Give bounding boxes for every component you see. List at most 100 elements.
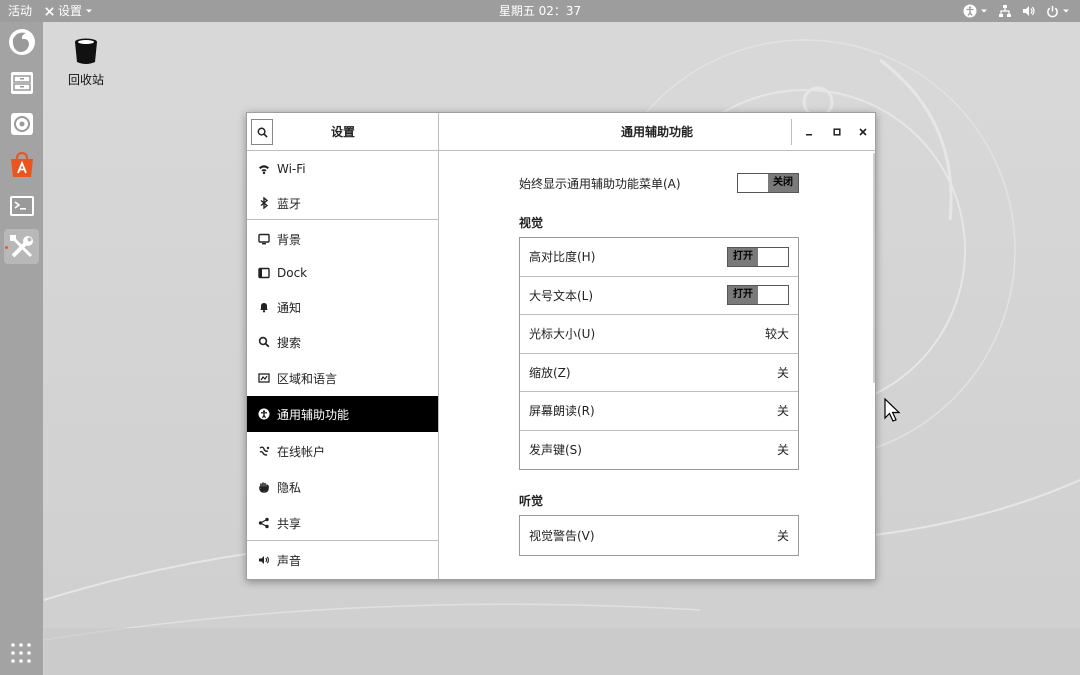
activities-button[interactable]: 活动 — [8, 3, 32, 19]
sidebar-item-privacy[interactable]: 隐私 — [247, 469, 438, 505]
dock-terminal[interactable] — [4, 188, 39, 223]
sidebar-title: 设置 — [330, 125, 355, 139]
sidebar-item-label: 通用辅助功能 — [277, 407, 350, 422]
switch-state: 打开 — [728, 247, 758, 266]
sidebar-item-label: 搜索 — [277, 335, 302, 350]
sidebar-item-sound[interactable]: 声音 — [247, 542, 438, 578]
sidebar-item-sharing[interactable]: 共享 — [247, 505, 438, 541]
power-icon — [1047, 5, 1058, 17]
row-value: 关 — [776, 443, 789, 458]
visual-alerts-row[interactable]: 视觉警告(V) 关 — [520, 516, 798, 555]
clock: 星期五 02：37 — [0, 3, 1080, 19]
switch-state: 打开 — [728, 286, 758, 305]
large-text-row[interactable]: 大号文本(L) 打开 — [520, 277, 798, 315]
accessibility-menu[interactable] — [963, 4, 988, 18]
sidebar-header: 设置 — [247, 113, 439, 151]
sidebar-item-bluetooth[interactable]: 蓝牙 — [247, 185, 438, 221]
large-text-switch[interactable]: 打开 — [727, 285, 789, 306]
sidebar-divider — [247, 540, 438, 541]
close-icon — [859, 128, 867, 136]
share-icon — [258, 517, 269, 529]
sidebar-item-label: 共享 — [277, 516, 302, 531]
vision-section-title: 视觉 — [519, 216, 544, 230]
switch-knob — [738, 174, 768, 192]
dock — [0, 22, 43, 675]
sidebar-item-dock[interactable]: Dock — [247, 255, 438, 291]
switch-knob — [758, 286, 788, 304]
sidebar-item-label: 在线帐户 — [277, 444, 326, 459]
bell-icon — [260, 303, 268, 313]
terminal-icon — [9, 195, 34, 216]
pointer-icon — [884, 397, 901, 422]
settings-tools-icon — [45, 6, 54, 16]
sound-keys-row[interactable]: 发声键(S) 关 — [520, 431, 798, 470]
sidebar-item-label: 通知 — [277, 300, 302, 315]
sidebar-item-accessibility[interactable]: 通用辅助功能 — [247, 396, 438, 432]
always-show-menu-switch[interactable]: 关闭 — [737, 173, 799, 193]
wifi-icon — [259, 165, 269, 175]
sidebar-item-label: 区域和语言 — [277, 371, 338, 386]
dock-software[interactable] — [4, 147, 39, 182]
high-contrast-row[interactable]: 高对比度(H) 打开 — [520, 238, 798, 277]
row-label: 大号文本(L) — [529, 288, 594, 303]
close-button[interactable] — [853, 121, 873, 143]
sidebar-item-background[interactable]: 背景 — [247, 221, 438, 257]
dock-files[interactable] — [4, 65, 39, 100]
zoom-row[interactable]: 缩放(Z) 关 — [520, 354, 798, 392]
sidebar-item-notifications[interactable]: 通知 — [247, 289, 438, 325]
show-apps-button[interactable] — [10, 642, 32, 664]
always-show-menu-label: 始终显示通用辅助功能菜单(A) — [519, 176, 681, 191]
bluetooth-icon — [260, 197, 269, 209]
software-icon — [10, 151, 33, 177]
sidebar-item-label: Dock — [277, 266, 308, 280]
network-icon — [999, 5, 1011, 17]
chevron-down-icon — [86, 9, 93, 13]
desktop-trash[interactable]: 回收站 — [62, 36, 110, 88]
minimize-button[interactable] — [799, 121, 819, 143]
trash-label: 回收站 — [67, 73, 104, 87]
sidebar-item-label: Wi-Fi — [277, 162, 306, 176]
power-menu[interactable] — [1046, 5, 1070, 18]
row-label: 发声键(S) — [529, 443, 582, 458]
clock-label[interactable]: 星期五 02：37 — [499, 4, 581, 18]
maximize-button[interactable] — [827, 121, 847, 143]
volume-menu[interactable] — [1022, 4, 1036, 18]
dock-settings[interactable] — [4, 229, 39, 264]
app-menu[interactable]: 设置 — [44, 3, 93, 19]
system-indicators[interactable] — [963, 3, 1070, 19]
always-show-menu-row: 始终显示通用辅助功能菜单(A) 关闭 — [519, 172, 799, 194]
search-icon — [257, 127, 268, 138]
sidebar-item-region[interactable]: 区域和语言 — [247, 360, 438, 396]
sidebar-item-wifi[interactable]: Wi-Fi — [247, 151, 438, 187]
switch-knob — [758, 248, 788, 266]
row-label: 屏幕朗读(R) — [529, 404, 595, 419]
dock-icon — [258, 267, 270, 279]
vision-list: 高对比度(H) 打开 大号文本(L) 打开 光标大小(U) 较大 缩放(Z) 关 — [519, 237, 799, 470]
hand-icon — [259, 482, 269, 493]
row-label: 缩放(Z) — [529, 365, 571, 380]
app-menu-label: 设置 — [58, 4, 83, 18]
sidebar-item-online-accounts[interactable]: 在线帐户 — [247, 433, 438, 469]
sidebar-item-label: 背景 — [277, 232, 302, 247]
sidebar: Wi-Fi 蓝牙 背景 Dock 通知 搜索 区域和语言 通用辅助功能 在线帐户… — [247, 151, 439, 579]
hearing-list: 视觉警告(V) 关 — [519, 515, 799, 556]
accessibility-icon — [963, 4, 977, 18]
sidebar-item-label: 蓝牙 — [277, 196, 302, 211]
high-contrast-switch[interactable]: 打开 — [727, 246, 789, 267]
screen-reader-row[interactable]: 屏幕朗读(R) 关 — [520, 392, 798, 431]
sidebar-item-label: 声音 — [277, 553, 302, 568]
online-accounts-icon — [259, 446, 270, 456]
search-button[interactable] — [251, 119, 273, 145]
dock-firefox[interactable] — [4, 24, 39, 59]
background-icon — [258, 233, 270, 245]
accessibility-panel: 始终显示通用辅助功能菜单(A) 关闭 视觉 高对比度(H) 打开 大号文本(L)… — [440, 152, 875, 579]
cursor-size-row[interactable]: 光标大小(U) 较大 — [520, 315, 798, 354]
row-value: 关 — [776, 365, 789, 380]
row-value: 关 — [776, 528, 789, 543]
sidebar-item-search[interactable]: 搜索 — [247, 324, 438, 360]
row-label: 光标大小(U) — [529, 327, 596, 342]
hearing-section-title: 听觉 — [519, 494, 544, 508]
dock-rhythmbox[interactable] — [4, 106, 39, 141]
content-scrollbar[interactable] — [873, 153, 875, 383]
network-menu[interactable] — [998, 4, 1012, 18]
